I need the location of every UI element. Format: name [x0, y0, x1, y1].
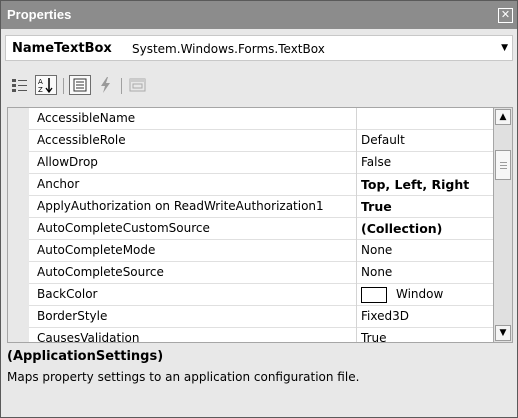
row-margin	[8, 152, 29, 174]
close-icon[interactable]: ✕	[498, 8, 513, 23]
property-row[interactable]: AutoCompleteCustomSource (Collection)	[8, 218, 493, 240]
property-row[interactable]: AccessibleName	[8, 108, 493, 130]
column-divider	[356, 174, 357, 196]
grip-line	[500, 162, 507, 163]
property-row[interactable]: BackColor Window	[8, 284, 493, 306]
toolbar: A Z	[7, 69, 513, 101]
column-divider	[356, 218, 357, 240]
property-value[interactable]: None	[361, 243, 392, 257]
categorized-icon[interactable]	[9, 75, 31, 95]
property-name: AllowDrop	[37, 155, 98, 169]
row-margin	[8, 130, 29, 152]
property-value[interactable]: True	[361, 331, 387, 342]
row-margin	[8, 218, 29, 240]
scroll-up-icon[interactable]: ▲	[495, 109, 511, 125]
property-name: AccessibleRole	[37, 133, 126, 147]
toolbar-separator	[63, 78, 64, 94]
row-margin	[8, 262, 29, 284]
property-name: BackColor	[37, 287, 98, 301]
property-value[interactable]: False	[361, 155, 391, 169]
property-row[interactable]: CausesValidation True	[8, 328, 493, 343]
property-row[interactable]: BorderStyle Fixed3D	[8, 306, 493, 328]
property-value[interactable]: None	[361, 265, 392, 279]
property-row[interactable]: AutoCompleteSource None	[8, 262, 493, 284]
scroll-thumb[interactable]	[495, 150, 511, 180]
property-row[interactable]: ApplyAuthorization on ReadWriteAuthoriza…	[8, 196, 493, 218]
row-margin	[8, 284, 29, 306]
row-margin	[8, 196, 29, 218]
color-swatch	[361, 287, 387, 303]
dropdown-arrow-icon[interactable]: ▼	[501, 43, 508, 53]
column-divider	[356, 130, 357, 152]
row-margin	[8, 306, 29, 328]
property-row[interactable]: AccessibleRole Default	[8, 130, 493, 152]
description-panel: (ApplicationSettings) Maps property sett…	[5, 345, 513, 413]
column-divider	[356, 152, 357, 174]
property-value[interactable]: (Collection)	[361, 221, 442, 236]
property-row[interactable]: Anchor Top, Left, Right	[8, 174, 493, 196]
row-margin	[8, 174, 29, 196]
column-divider	[356, 284, 357, 306]
property-name: AutoCompleteCustomSource	[37, 221, 210, 235]
property-value[interactable]: True	[361, 199, 392, 214]
column-divider	[356, 196, 357, 218]
object-selector[interactable]: NameTextBox System.Windows.Forms.TextBox…	[5, 35, 513, 61]
property-row[interactable]: AutoCompleteMode None	[8, 240, 493, 262]
row-margin	[8, 240, 29, 262]
column-divider	[356, 328, 357, 342]
grip-line	[500, 168, 507, 169]
properties-window: Properties ✕ NameTextBox System.Windows.…	[0, 0, 518, 418]
object-name: NameTextBox	[12, 41, 112, 56]
row-margin	[8, 108, 29, 130]
row-margin	[8, 328, 29, 342]
property-name: ApplyAuthorization on ReadWriteAuthoriza…	[37, 199, 324, 213]
property-name: AutoCompleteSource	[37, 265, 164, 279]
object-type: System.Windows.Forms.TextBox	[132, 42, 325, 56]
property-grid: AccessibleName AccessibleRole Default Allow…	[7, 107, 494, 343]
property-name: AutoCompleteMode	[37, 243, 156, 257]
description-text: Maps property settings to an application…	[7, 370, 360, 384]
window-title: Properties	[7, 7, 72, 22]
property-name: AccessibleName	[37, 111, 136, 125]
property-row[interactable]: AllowDrop False	[8, 152, 493, 174]
property-value[interactable]: Top, Left, Right	[361, 177, 469, 192]
property-value[interactable]: Default	[361, 133, 405, 147]
events-icon[interactable]	[95, 75, 117, 95]
property-value[interactable]: Window	[396, 287, 443, 301]
svg-text:Z: Z	[38, 86, 43, 94]
property-name: BorderStyle	[37, 309, 108, 323]
property-value[interactable]: Fixed3D	[361, 309, 409, 323]
property-name: CausesValidation	[37, 331, 140, 343]
property-pages-icon[interactable]	[127, 75, 149, 95]
description-title: (ApplicationSettings)	[7, 349, 164, 364]
alphabetical-icon[interactable]: A Z	[35, 75, 57, 95]
column-divider	[356, 108, 357, 130]
property-name: Anchor	[37, 177, 80, 191]
column-divider	[356, 262, 357, 284]
column-divider	[356, 240, 357, 262]
grip-line	[500, 165, 507, 166]
vertical-scrollbar[interactable]: ▲ ▼	[494, 107, 513, 343]
scroll-down-icon[interactable]: ▼	[495, 325, 511, 341]
svg-text:A: A	[38, 78, 43, 86]
toolbar-separator	[121, 78, 122, 94]
properties-icon[interactable]	[69, 75, 91, 95]
column-divider	[356, 306, 357, 328]
title-bar[interactable]: Properties ✕	[1, 1, 517, 29]
